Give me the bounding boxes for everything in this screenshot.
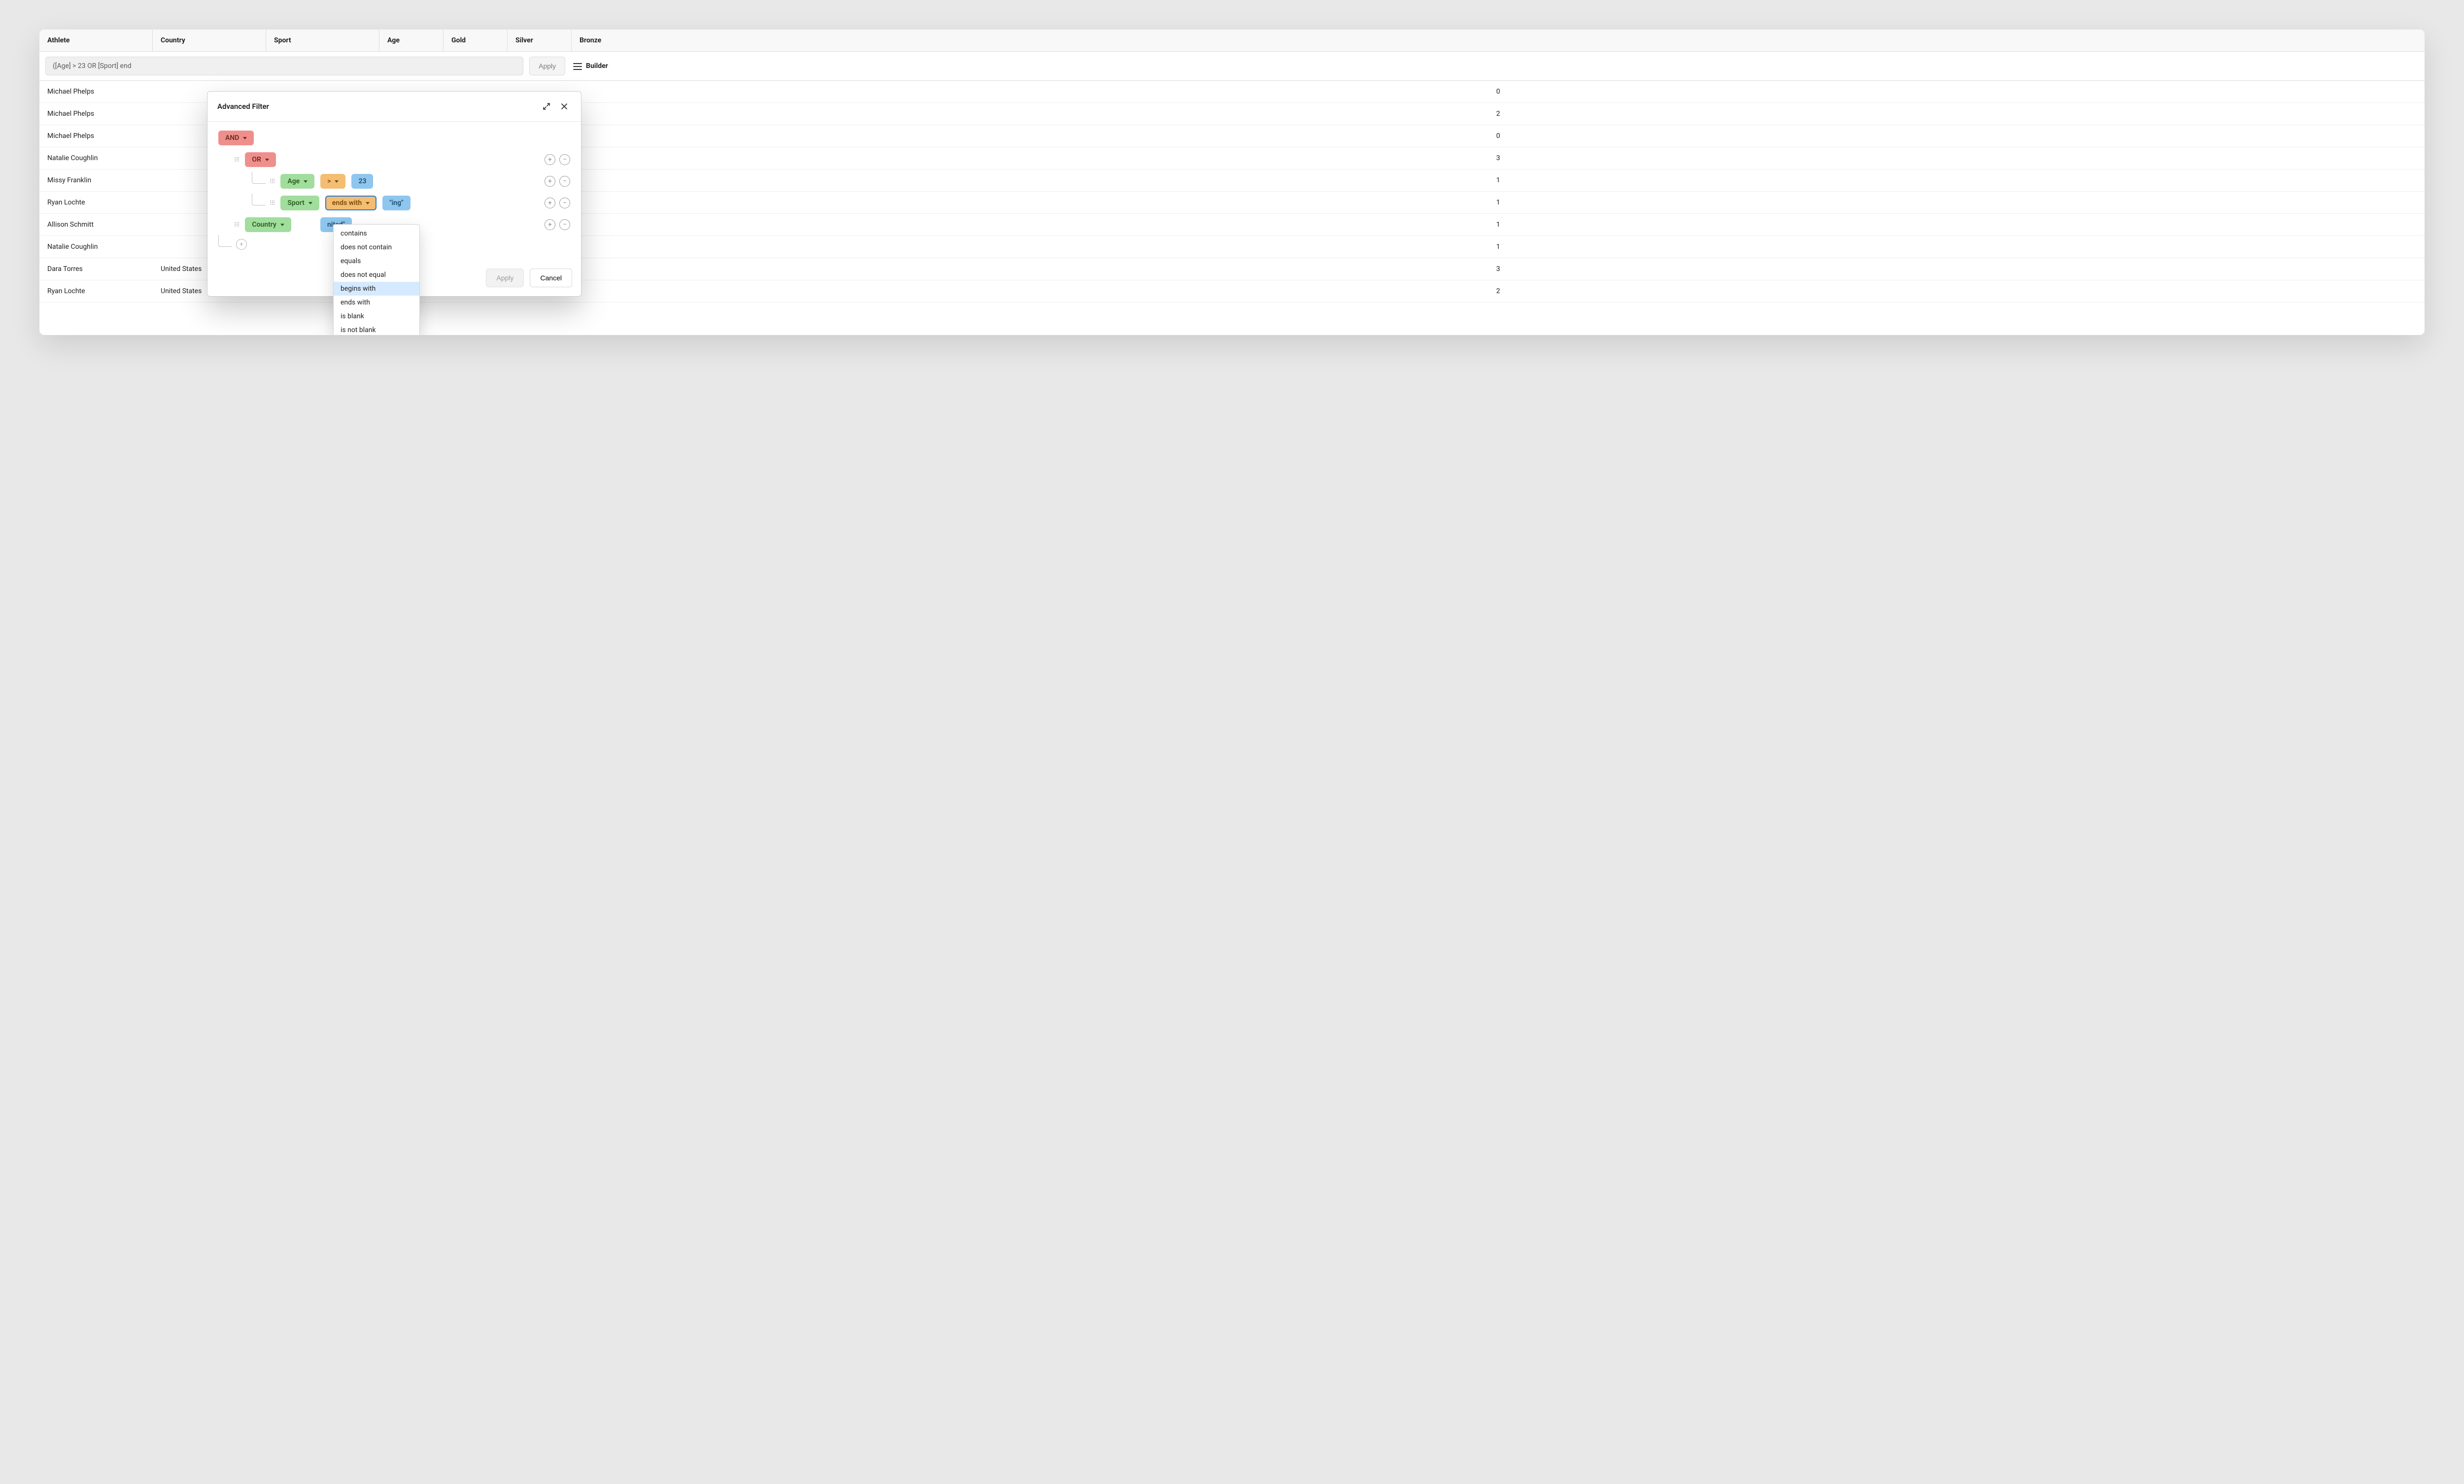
modal-title: Advanced Filter [217,102,536,111]
col-header-bronze[interactable]: Bronze [572,30,2425,51]
operator-option[interactable]: equals [334,254,419,268]
remove-condition-button[interactable]: − [559,198,570,208]
app-window: Athlete Country Sport Age Gold Silver Br… [39,30,2425,335]
field-label: Age [287,177,300,185]
add-condition-button[interactable]: + [236,239,247,250]
root-operator-pill[interactable]: AND [218,131,254,145]
col-header-gold[interactable]: Gold [444,30,508,51]
drag-handle-icon[interactable]: ⁝⁝⁝ [234,156,239,164]
operator-label: ends with [332,199,362,207]
cell-athlete: Natalie Coughlin [39,236,153,258]
group-operator-pill[interactable]: OR [245,152,276,167]
row-actions: + − [545,198,570,208]
operator-option[interactable]: is not blank [334,323,419,335]
tree-line [252,172,266,184]
expand-icon[interactable] [540,100,553,113]
value-label: "ing" [389,199,403,207]
cell-athlete: Natalie Coughlin [39,147,153,169]
root-operator-label: AND [225,134,239,142]
cell-athlete: Michael Phelps [39,125,153,147]
cell-bronze: 3 [572,258,2425,280]
caret-down-icon [308,202,312,204]
cell-athlete: Ryan Lochte [39,280,153,302]
condition-row: ⁝⁝⁝ Age > 23 + − [218,174,570,189]
cell-bronze: 1 [572,236,2425,258]
apply-filter-button[interactable]: Apply [529,57,565,75]
field-label: Country [252,221,276,229]
remove-condition-button[interactable]: − [559,176,570,187]
drag-handle-icon[interactable]: ⁝⁝⁝ [270,199,274,207]
builder-icon [573,63,582,69]
operator-option[interactable]: begins with [334,282,419,296]
operator-option[interactable]: does not contain [334,240,419,254]
tree-line [252,194,266,205]
cell-athlete: Allison Schmitt [39,214,153,236]
modal-apply-button[interactable]: Apply [486,269,524,287]
cell-athlete: Ryan Lochte [39,192,153,213]
remove-condition-button[interactable]: − [559,154,570,165]
caret-down-icon [265,159,269,161]
value-pill[interactable]: "ing" [382,196,410,210]
condition-row: ⁝⁝⁝ Sport ends with "ing" + − [218,196,570,210]
filter-expression-input[interactable]: ([Age] > 23 OR [Sport] end [45,57,523,75]
caret-down-icon [304,180,308,183]
col-header-sport[interactable]: Sport [266,30,379,51]
cell-bronze: 0 [572,81,2425,102]
close-icon[interactable] [557,100,571,113]
sub-group: ⁝⁝⁝ OR + − [218,152,570,167]
drag-handle-icon[interactable]: ⁝⁝⁝ [270,177,274,185]
add-condition-button[interactable]: + [545,176,555,187]
caret-down-icon [280,224,284,226]
cell-athlete: Michael Phelps [39,103,153,125]
col-header-silver[interactable]: Silver [508,30,572,51]
row-actions: + − [545,154,570,165]
operator-option[interactable]: contains [334,227,419,240]
operator-dropdown[interactable]: containsdoes not containequalsdoes not e… [333,224,420,335]
caret-down-icon [335,180,339,183]
operator-option[interactable]: ends with [334,296,419,309]
cell-bronze: 2 [572,103,2425,125]
col-header-country[interactable]: Country [153,30,266,51]
caret-down-icon [243,137,247,139]
operator-pill[interactable]: > [320,174,345,189]
value-label: 23 [358,177,366,185]
builder-label: Builder [586,62,608,70]
col-header-age[interactable]: Age [379,30,444,51]
cell-bronze: 1 [572,214,2425,236]
cell-athlete: Dara Torres [39,258,153,280]
cell-athlete: Missy Franklin [39,169,153,191]
filter-bar: ([Age] > 23 OR [Sport] end Apply Builder [39,52,2425,81]
tree-line [218,235,232,247]
row-actions: + − [545,219,570,230]
grid-header: Athlete Country Sport Age Gold Silver Br… [39,30,2425,52]
field-label: Sport [287,199,304,207]
operator-option[interactable]: is blank [334,309,419,323]
operator-pill[interactable]: ends with [325,196,376,210]
drag-handle-icon[interactable]: ⁝⁝⁝ [234,221,239,229]
modal-header: Advanced Filter [207,92,581,122]
cell-bronze: 1 [572,192,2425,213]
field-pill[interactable]: Sport [280,196,319,210]
builder-button[interactable]: Builder [571,57,610,75]
add-condition-button[interactable]: + [545,198,555,208]
cell-athlete: Michael Phelps [39,81,153,102]
cell-bronze: 1 [572,169,2425,191]
operator-option[interactable]: does not equal [334,268,419,282]
operator-label: > [327,177,331,185]
row-actions: + − [545,176,570,187]
root-group: AND [218,131,570,145]
group-operator-label: OR [252,156,261,164]
cell-bronze: 2 [572,280,2425,302]
cell-bronze: 3 [572,147,2425,169]
col-header-athlete[interactable]: Athlete [39,30,153,51]
modal-cancel-button[interactable]: Cancel [530,269,572,287]
field-pill[interactable]: Age [280,174,314,189]
caret-down-icon [366,202,370,204]
remove-condition-button[interactable]: − [559,219,570,230]
add-condition-button[interactable]: + [545,219,555,230]
value-pill[interactable]: 23 [351,174,373,189]
add-condition-button[interactable]: + [545,154,555,165]
cell-bronze: 0 [572,125,2425,147]
field-pill[interactable]: Country [245,217,291,232]
